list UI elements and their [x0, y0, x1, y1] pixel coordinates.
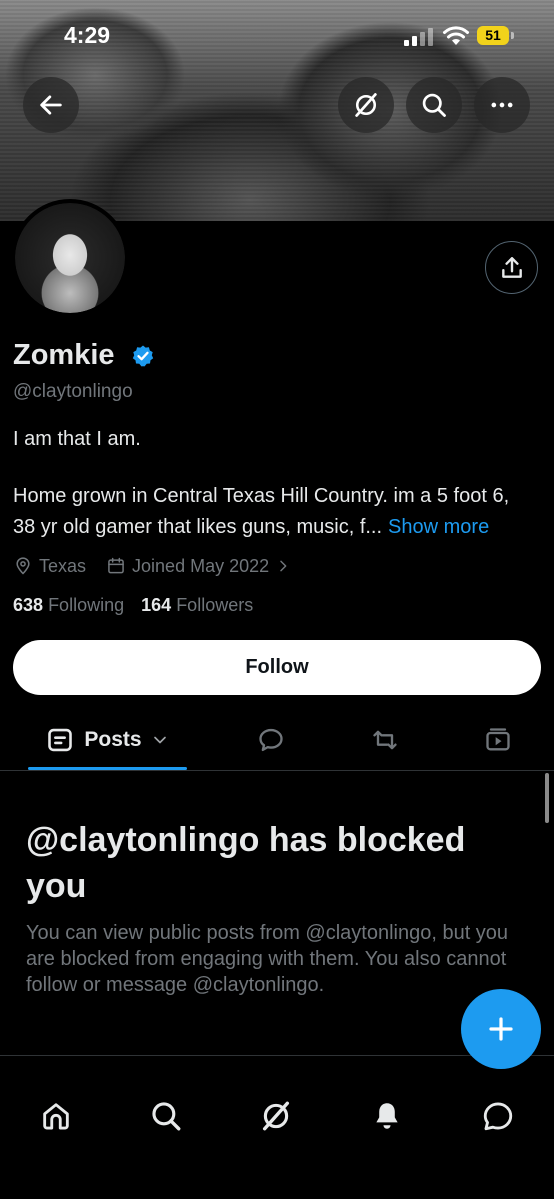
- following-label: Following: [48, 595, 125, 615]
- follow-button[interactable]: Follow: [13, 640, 541, 695]
- status-bar: 4:29 51: [0, 0, 554, 74]
- posts-icon: [48, 728, 73, 752]
- blocked-title: @claytonlingo has blocked you: [26, 821, 466, 905]
- tab-reposts[interactable]: [357, 712, 413, 768]
- following-count: 638: [13, 595, 44, 615]
- display-name: Zomkie: [13, 339, 115, 371]
- avatar[interactable]: [11, 199, 129, 317]
- nav-messages[interactable]: [478, 1096, 518, 1136]
- active-tab-indicator: [28, 767, 187, 770]
- blocked-message: You can view public posts from @claytonl…: [26, 922, 509, 996]
- home-icon: [43, 1103, 69, 1130]
- tab-posts[interactable]: Posts: [28, 712, 188, 768]
- back-button[interactable]: [23, 77, 79, 133]
- profile-meta: Texas Joined May 2022: [13, 554, 317, 578]
- grok-icon: [262, 1101, 290, 1131]
- wifi-icon: [443, 26, 469, 45]
- follow-stats: 638 Following 164 Followers: [13, 595, 253, 616]
- tab-posts-label: Posts: [84, 728, 142, 751]
- battery-indicator: 51: [477, 26, 514, 45]
- join-date[interactable]: Joined May 2022: [106, 556, 297, 577]
- chevron-right-icon: [280, 560, 287, 572]
- location: Texas: [13, 556, 86, 577]
- bio-line: Home grown in Central Texas Hill Country…: [13, 485, 510, 507]
- more-icon: [491, 102, 513, 108]
- share-button[interactable]: [485, 241, 538, 294]
- profile-tabs: Posts: [0, 712, 554, 771]
- location-pin-icon: [16, 557, 30, 575]
- status-time: 4:29: [64, 22, 111, 48]
- search-icon: [152, 1102, 181, 1131]
- show-more-link[interactable]: Show more: [388, 516, 489, 538]
- arrow-left-icon: [40, 95, 62, 115]
- cellular-signal-icon: [404, 28, 433, 46]
- verified-badge-icon[interactable]: [131, 344, 155, 368]
- tab-media[interactable]: [470, 712, 526, 768]
- following-link[interactable]: 638 Following: [13, 595, 124, 615]
- nav-home[interactable]: [36, 1096, 76, 1136]
- plus-icon: [489, 1017, 513, 1041]
- location-text: Texas: [39, 555, 87, 576]
- followers-label: Followers: [176, 595, 254, 615]
- calendar-icon: [108, 557, 124, 574]
- share-icon: [501, 256, 522, 278]
- bio-line: I am that I am.: [13, 428, 141, 450]
- grok-icon: [355, 93, 377, 117]
- bottom-nav: [0, 1070, 554, 1199]
- join-date-text: Joined May 2022: [132, 555, 270, 576]
- nav-notifications[interactable]: [367, 1096, 407, 1136]
- more-options-button[interactable]: [474, 77, 530, 133]
- followers-link[interactable]: 164 Followers: [141, 595, 253, 615]
- message-icon: [483, 1102, 513, 1131]
- reply-bubble-icon: [259, 728, 283, 752]
- search-icon: [422, 93, 446, 117]
- profile-handle: @claytonlingo: [13, 381, 133, 402]
- video-icon: [486, 728, 510, 751]
- followers-count: 164: [141, 595, 172, 615]
- avatar-image: [15, 203, 125, 313]
- nav-grok[interactable]: [256, 1096, 296, 1136]
- bio-line-truncated: 38 yr old gamer that likes guns, music, …: [13, 516, 489, 539]
- bell-icon: [376, 1103, 398, 1129]
- tab-replies[interactable]: [243, 712, 299, 768]
- grok-button[interactable]: [338, 77, 394, 133]
- search-button[interactable]: [406, 77, 462, 133]
- nav-search[interactable]: [146, 1096, 186, 1136]
- scrollbar[interactable]: [545, 773, 549, 823]
- repost-icon: [373, 730, 397, 750]
- chevron-down-icon: [153, 736, 166, 744]
- compose-button[interactable]: [461, 989, 541, 1069]
- bio-line: 38 yr old gamer that likes guns, music, …: [13, 516, 383, 538]
